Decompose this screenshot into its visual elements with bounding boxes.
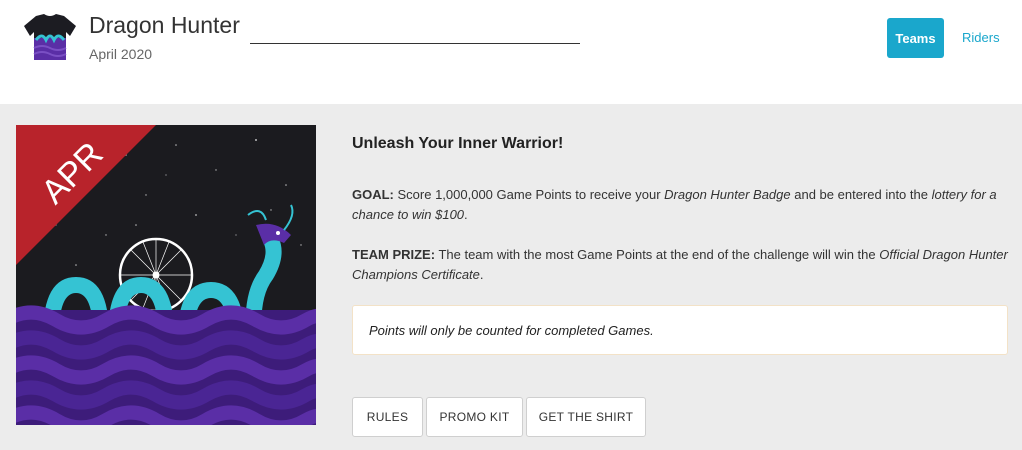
- page-subtitle: April 2020: [89, 46, 153, 62]
- goal-paragraph: GOAL: Score 1,000,000 Game Points to rec…: [352, 185, 1012, 225]
- page-title: Dragon Hunter: [89, 12, 240, 38]
- challenge-heading: Unleash Your Inner Warrior!: [352, 135, 564, 152]
- teams-button[interactable]: Teams: [887, 18, 944, 58]
- goal-label: GOAL:: [352, 187, 394, 202]
- goal-text-2: and be entered into the: [790, 187, 932, 202]
- challenge-artwork: APR: [16, 125, 316, 425]
- goal-end: .: [464, 207, 468, 222]
- goal-text: Score 1,000,000 Game Points to receive y…: [393, 187, 665, 202]
- prize-end: .: [479, 267, 484, 282]
- page-header: Dragon Hunter April 2020 Teams Riders: [0, 0, 1022, 104]
- notice-box: Points will only be counted for complete…: [352, 305, 1008, 355]
- title-underline: [250, 43, 580, 44]
- promo-kit-button[interactable]: PROMO KIT: [426, 397, 523, 437]
- rules-button[interactable]: RULES: [352, 397, 423, 437]
- prize-paragraph: TEAM PRIZE: The team with the most Game …: [352, 245, 1012, 285]
- badge-name: Dragon Hunter Badge: [664, 187, 791, 202]
- prize-label: TEAM PRIZE:: [352, 247, 436, 262]
- notice-text: Points will only be counted for complete…: [369, 322, 654, 338]
- riders-link[interactable]: Riders: [962, 30, 1000, 45]
- jersey-icon: [24, 14, 76, 60]
- prize-text: The team with the most Game Points at th…: [435, 247, 880, 262]
- get-the-shirt-button[interactable]: GET THE SHIRT: [526, 397, 646, 437]
